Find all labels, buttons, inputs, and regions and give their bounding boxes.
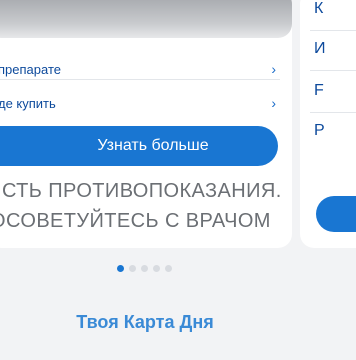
warning-line: ОСОВЕТУЙТЕСЬ С ВРАЧОМ <box>0 210 271 232</box>
next-card-button[interactable] <box>316 196 356 232</box>
divider <box>310 30 356 31</box>
chevron-right-icon: › <box>271 61 276 77</box>
carousel-pagination <box>117 265 172 272</box>
where-to-buy-link[interactable]: де купить › <box>0 86 282 120</box>
carousel-dot[interactable] <box>153 265 160 272</box>
divider <box>310 70 356 71</box>
contraindications-warning: СТЬ ПРОТИВОПОКАЗАНИЯ. ОСОВЕТУЙТЕСЬ С ВРА… <box>0 176 290 236</box>
divider <box>0 79 280 80</box>
divider <box>310 112 356 113</box>
next-card-letter: F <box>314 82 324 99</box>
where-to-buy-label: де купить <box>0 95 56 111</box>
next-card-letter: И <box>314 40 326 57</box>
section-title: Твоя Карта Дня <box>76 312 214 332</box>
carousel-dot[interactable] <box>141 265 148 272</box>
carousel-dot[interactable] <box>129 265 136 272</box>
product-image <box>0 0 292 38</box>
learn-more-label: Узнать больше <box>97 137 209 154</box>
about-drug-link[interactable]: препарате › <box>0 52 282 86</box>
next-card-letter: Р <box>314 122 325 139</box>
product-card: препарате › де купить › Узнать больше СТ… <box>0 0 292 248</box>
about-drug-label: препарате <box>0 61 61 77</box>
chevron-right-icon: › <box>271 95 276 111</box>
carousel-dot[interactable] <box>165 265 172 272</box>
next-card-letter: К <box>314 0 324 17</box>
warning-line: СТЬ ПРОТИВОПОКАЗАНИЯ. <box>2 180 282 202</box>
learn-more-button[interactable]: Узнать больше <box>0 126 278 166</box>
carousel-dot[interactable] <box>117 265 124 272</box>
